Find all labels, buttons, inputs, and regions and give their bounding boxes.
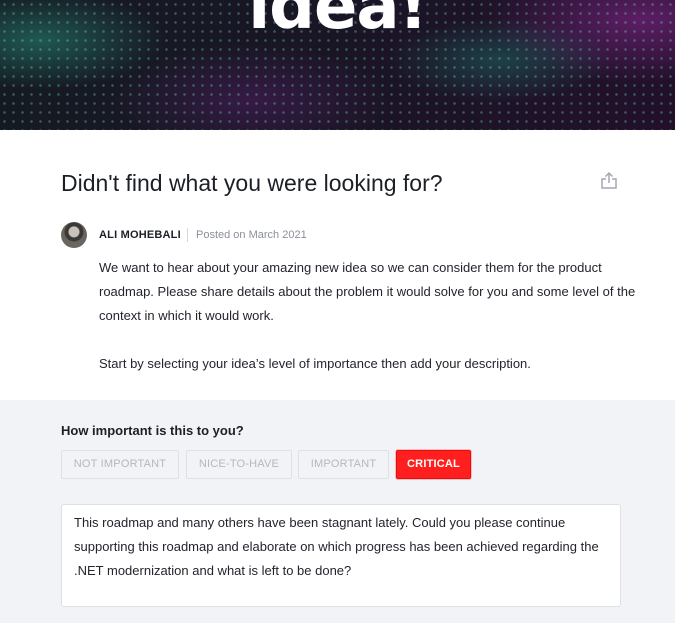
importance-option-important[interactable]: IMPORTANT bbox=[298, 450, 389, 479]
importance-option-critical[interactable]: CRITICAL bbox=[396, 450, 471, 479]
description-paragraph: Start by selecting your idea’s level of … bbox=[99, 356, 531, 371]
hero-title: idea! bbox=[248, 0, 428, 44]
author-name[interactable]: ALI MOHEBALI bbox=[99, 229, 181, 242]
importance-option-not-important[interactable]: NOT IMPORTANT bbox=[61, 450, 179, 479]
share-icon[interactable] bbox=[598, 170, 620, 192]
page-title: Didn't find what you were looking for? bbox=[61, 170, 443, 196]
importance-option-nice-to-have[interactable]: NICE-TO-HAVE bbox=[186, 450, 292, 479]
share-icon-graphic bbox=[601, 171, 617, 189]
post-date: Posted on March 2021 bbox=[196, 229, 307, 241]
avatar[interactable] bbox=[61, 222, 87, 248]
post-description: We want to hear about your amazing new i… bbox=[99, 256, 639, 376]
idea-description-textarea[interactable]: This roadmap and many others have been s… bbox=[61, 504, 621, 607]
importance-label: How important is this to you? bbox=[61, 423, 244, 438]
meta-divider bbox=[187, 228, 188, 242]
hero-banner: idea! bbox=[0, 0, 675, 130]
description-paragraph: We want to hear about your amazing new i… bbox=[99, 260, 636, 323]
